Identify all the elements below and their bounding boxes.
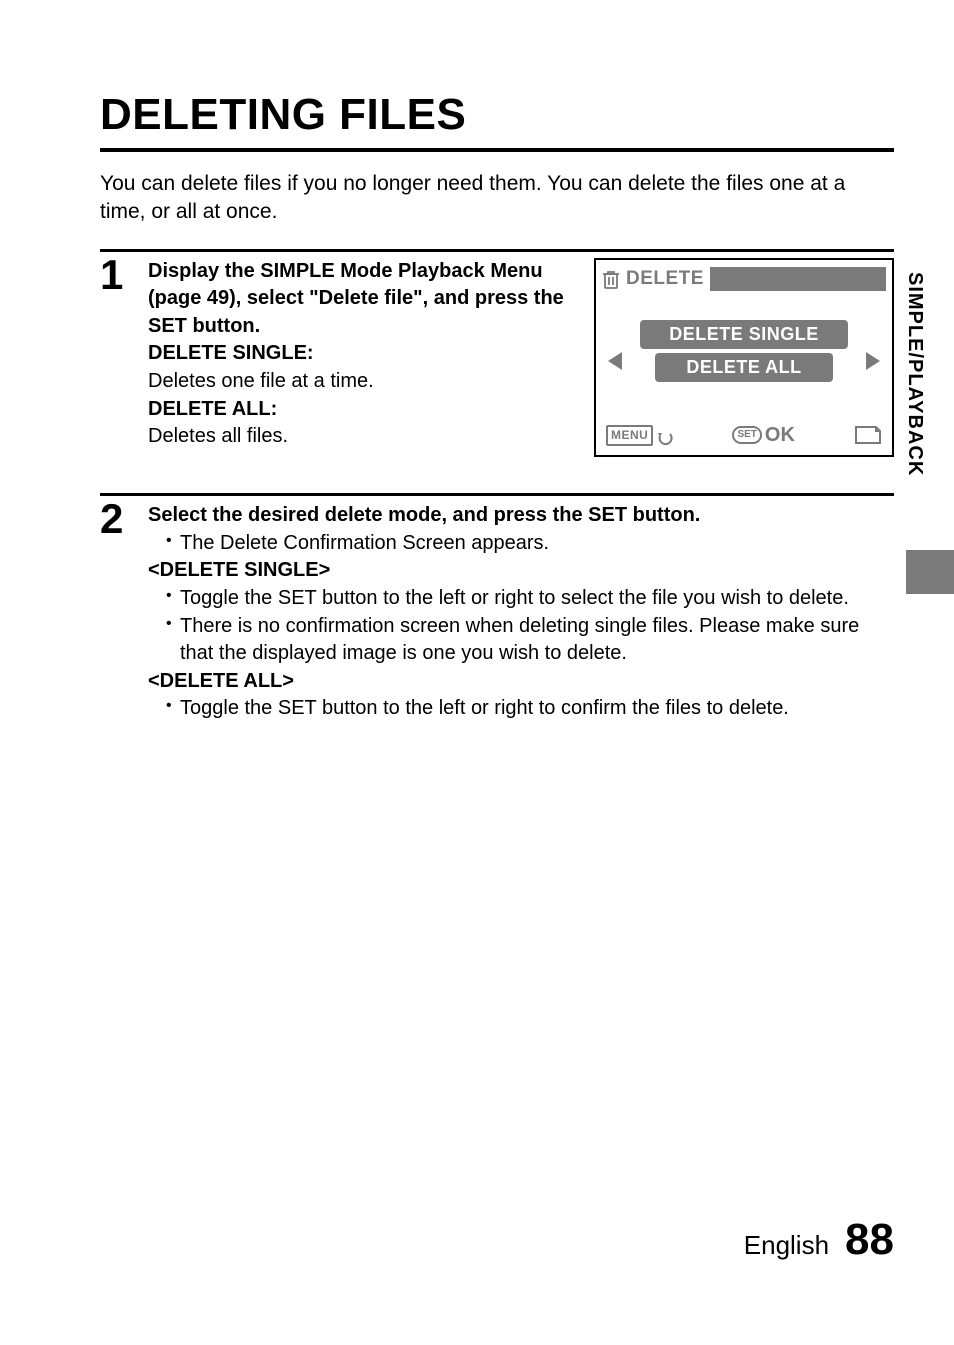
delete-all-heading: <DELETE ALL> — [148, 670, 294, 692]
intro-text: You can delete files if you no longer ne… — [100, 170, 894, 227]
menu-back: MENU — [606, 425, 673, 446]
arrow-left-icon — [608, 352, 622, 370]
camera-screen: DELETE DELETE SINGLE DELETE ALL ME — [594, 258, 894, 457]
arrow-right-icon — [866, 352, 880, 370]
delete-single-desc: Deletes one file at a time. — [148, 370, 374, 392]
delete-single-bullet-1: Toggle the SET button to the left or rig… — [166, 585, 894, 613]
screen-title: DELETE — [626, 266, 704, 292]
step-1: 1 Display the SIMPLE Mode Playback Menu … — [100, 258, 894, 457]
step-2: 2 Select the desired delete mode, and pr… — [100, 502, 894, 723]
section-rule — [100, 493, 894, 496]
option-delete-all: DELETE ALL — [655, 353, 833, 382]
step-1-instruction: Display the SIMPLE Mode Playback Menu (p… — [148, 260, 564, 337]
page-footer: English 88 — [744, 1215, 894, 1265]
delete-all-desc: Deletes all files. — [148, 425, 288, 447]
title-rule — [100, 148, 894, 152]
page-title: DELETING FILES — [100, 90, 894, 140]
manual-page: DELETING FILES You can delete files if y… — [0, 0, 954, 1345]
step-2-bullet: The Delete Confirmation Screen appears. — [166, 530, 894, 558]
step-1-text: Display the SIMPLE Mode Playback Menu (p… — [148, 258, 566, 451]
screen-header: DELETE — [602, 266, 886, 292]
back-arrow-icon — [657, 427, 673, 443]
footer-page-number: 88 — [845, 1215, 894, 1265]
delete-all-bullet-1: Toggle the SET button to the left or rig… — [166, 695, 894, 723]
set-badge: SET — [732, 426, 761, 444]
trash-icon — [602, 269, 620, 289]
set-ok: SET OK — [732, 422, 794, 450]
step-2-instruction: Select the desired delete mode, and pres… — [148, 504, 700, 526]
delete-single-bullet-2: There is no confirmation screen when del… — [166, 613, 894, 668]
section-rule — [100, 249, 894, 252]
step-2-text: Select the desired delete mode, and pres… — [148, 502, 894, 723]
header-bar — [710, 267, 886, 291]
ok-label: OK — [765, 422, 795, 450]
delete-all-label: DELETE ALL: — [148, 398, 277, 420]
step-number: 1 — [100, 254, 148, 296]
footer-language: English — [744, 1230, 829, 1261]
delete-single-heading: <DELETE SINGLE> — [148, 559, 330, 581]
option-delete-single: DELETE SINGLE — [640, 320, 848, 349]
card-icon — [854, 425, 882, 445]
side-accent — [906, 550, 954, 594]
delete-single-label: DELETE SINGLE: — [148, 342, 314, 364]
side-tab: SIMPLE/PLAYBACK — [903, 272, 926, 476]
step-number: 2 — [100, 498, 148, 540]
menu-label: MENU — [606, 425, 653, 446]
